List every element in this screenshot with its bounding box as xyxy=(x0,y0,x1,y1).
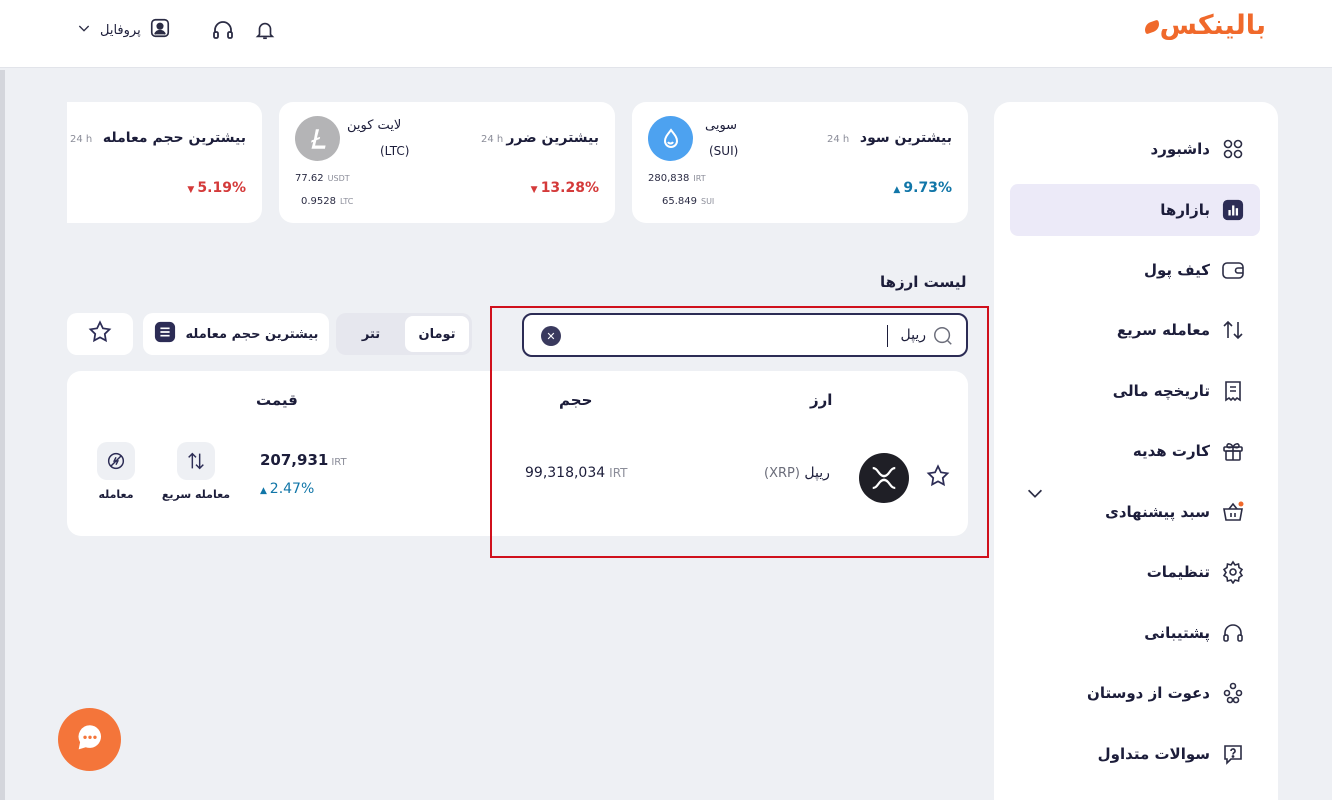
sort-button[interactable]: بیشترین حجم معامله xyxy=(143,313,329,355)
logo[interactable]: بالینکس xyxy=(1141,10,1266,41)
sidebar-item-financial-history[interactable]: تاریخچه مالی xyxy=(1010,365,1260,417)
card-period: 24 h xyxy=(70,134,93,145)
sidebar-item-label: کیف پول xyxy=(1144,261,1210,279)
help-icon xyxy=(1220,741,1246,767)
search-box[interactable]: ✕ xyxy=(522,313,968,357)
sidebar: داشبورد بازارها کیف پول معامله سریع تاری… xyxy=(994,102,1278,800)
card-change: ▼ 13.28% xyxy=(530,180,599,196)
card-title: بیشترین ضرر xyxy=(506,130,599,146)
xrp-coin-icon xyxy=(859,453,909,503)
top-loser-card[interactable]: بیشترین ضرر 24 h ▼ 13.28% لایت کوین (LTC… xyxy=(279,102,615,223)
sidebar-item-support[interactable]: پشتیبانی xyxy=(1010,607,1260,659)
star-icon xyxy=(87,319,113,349)
card-period: 24 h xyxy=(827,134,850,145)
chat-button[interactable] xyxy=(58,708,121,771)
wallet-icon xyxy=(1220,257,1246,283)
sort-label: بیشترین حجم معامله xyxy=(185,326,319,342)
card-coin-symbol: (LTC) xyxy=(380,144,410,158)
chevron-down-icon xyxy=(76,20,92,40)
card-value-coin: 0.9528 LTC xyxy=(301,196,354,207)
search-input[interactable] xyxy=(566,324,926,346)
search-icon xyxy=(932,325,954,351)
sidebar-item-markets[interactable]: بازارها xyxy=(1010,184,1260,236)
friends-icon xyxy=(1220,680,1246,706)
logo-mark-icon xyxy=(1142,19,1161,34)
profile-label: پروفایل xyxy=(100,22,141,38)
card-title: بیشترین سود xyxy=(859,130,952,146)
top-gainer-card[interactable]: بیشترین سود 24 h ▲ 9.73% سویی (SUI) 280,… xyxy=(632,102,968,223)
toggle-option-toman[interactable]: تومان xyxy=(405,316,469,352)
sidebar-item-settings[interactable]: تنظیمات xyxy=(1010,546,1260,598)
sidebar-item-label: بازارها xyxy=(1160,201,1210,219)
column-header-volume: حجم xyxy=(559,391,593,409)
column-header-coin: ارز xyxy=(810,391,833,409)
card-period: 24 h xyxy=(481,134,504,145)
coin-price: 207,931 IRT xyxy=(260,451,347,469)
litecoin-icon xyxy=(295,116,340,161)
coin-change: ▲ 2.47% xyxy=(260,481,315,497)
sidebar-item-label: سبد پیشنهادی xyxy=(1105,503,1210,521)
profile-menu[interactable]: پروفایل xyxy=(76,16,171,44)
sidebar-item-wallet[interactable]: کیف پول xyxy=(1010,244,1260,296)
top-volume-card[interactable]: بیشترین حجم معامله 24 h ▼ 5.19% xyxy=(67,102,262,223)
sidebar-item-dashboard[interactable]: داشبورد xyxy=(1010,123,1260,175)
toggle-option-tether[interactable]: تتر xyxy=(339,316,403,352)
coin-volume: 99,318,034 IRT xyxy=(525,465,628,481)
sidebar-item-label: تاریخچه مالی xyxy=(1112,382,1210,400)
swap-icon xyxy=(1220,317,1246,343)
sidebar-item-label: کارت هدیه xyxy=(1132,442,1210,460)
sidebar-item-label: پشتیبانی xyxy=(1144,624,1210,642)
basket-icon xyxy=(1220,499,1246,525)
user-icon xyxy=(149,17,171,43)
clear-search-icon[interactable]: ✕ xyxy=(541,326,561,346)
chat-icon xyxy=(73,721,107,759)
sidebar-item-label: داشبورد xyxy=(1150,140,1210,158)
chart-icon xyxy=(1220,197,1246,223)
sidebar-item-suggested-basket[interactable]: سبد پیشنهادی xyxy=(1010,486,1260,538)
card-change: ▼ 5.19% xyxy=(187,180,246,196)
text-caret xyxy=(887,325,888,347)
gear-icon xyxy=(1220,559,1246,585)
sidebar-item-label: سوالات متداول xyxy=(1097,745,1210,763)
card-coin-name: لایت کوین xyxy=(347,118,402,133)
currency-table: ارز حجم قیمت ریپل (XRP) 99,318,034 IRT 20… xyxy=(67,371,968,536)
gift-icon xyxy=(1220,438,1246,464)
quick-trade-button[interactable]: معامله سریع xyxy=(161,442,231,501)
sidebar-item-label: تنظیمات xyxy=(1146,563,1210,581)
card-coin-name: سویی xyxy=(705,118,738,133)
favorite-star-icon[interactable] xyxy=(925,463,951,493)
card-title: بیشترین حجم معامله xyxy=(102,130,246,146)
trade-label: معامله xyxy=(98,488,134,501)
trade-icon xyxy=(97,442,135,480)
sidebar-item-gift-card[interactable]: کارت هدیه xyxy=(1010,425,1260,477)
favorites-filter-button[interactable] xyxy=(67,313,133,355)
currency-list-title: لیست ارزها xyxy=(880,273,967,291)
card-value-usdt: 77.62 USDT xyxy=(295,173,350,184)
bell-icon[interactable] xyxy=(251,16,279,44)
currency-toggle: تومان تتر xyxy=(336,313,472,355)
column-header-price: قیمت xyxy=(256,391,298,409)
card-coin-symbol: (SUI) xyxy=(709,144,739,158)
headset-icon[interactable] xyxy=(209,16,237,44)
trade-button[interactable]: معامله xyxy=(81,442,151,501)
receipt-icon xyxy=(1220,378,1246,404)
quick-trade-label: معامله سریع xyxy=(161,488,231,501)
sidebar-item-quick-trade[interactable]: معامله سریع xyxy=(1010,304,1260,356)
page-scroll-edge xyxy=(0,70,5,800)
headset-icon xyxy=(1220,620,1246,646)
sidebar-item-faq[interactable]: سوالات متداول xyxy=(1010,728,1260,780)
top-bar: بالینکس پروفایل xyxy=(0,0,1332,68)
card-value-irt: 280,838 IRT xyxy=(648,173,706,184)
sort-icon xyxy=(154,321,176,347)
card-change: ▲ 9.73% xyxy=(893,180,952,196)
card-value-coin: 65.849 SUI xyxy=(662,196,715,207)
sidebar-item-label: دعوت از دوستان xyxy=(1087,684,1210,702)
swap-icon xyxy=(177,442,215,480)
coin-name: ریپل (XRP) xyxy=(764,465,830,481)
grid-icon xyxy=(1220,136,1246,162)
sidebar-item-label: معامله سریع xyxy=(1116,321,1210,339)
sidebar-item-invite-friends[interactable]: دعوت از دوستان xyxy=(1010,667,1260,719)
sui-coin-icon xyxy=(648,116,693,161)
